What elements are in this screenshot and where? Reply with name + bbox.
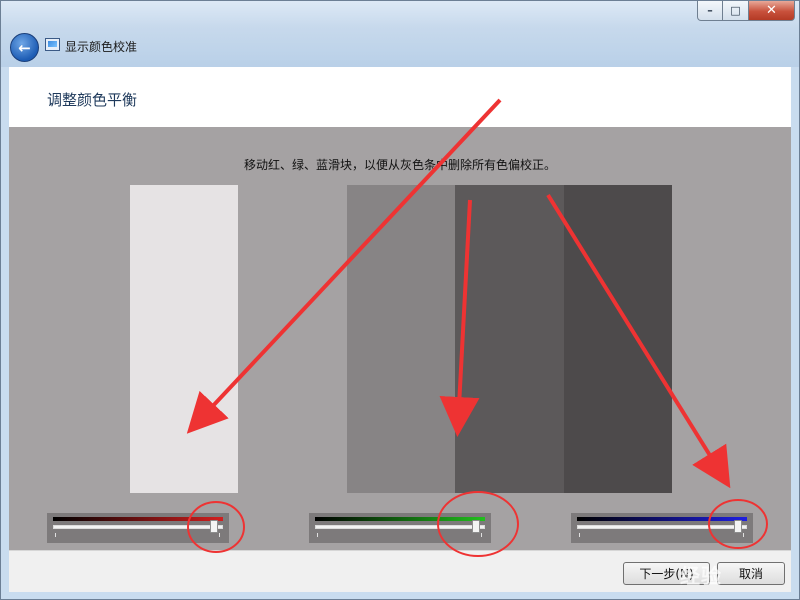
green-ramp [315, 517, 485, 521]
gray-bar [346, 185, 456, 493]
red-slider-track[interactable] [53, 525, 223, 529]
monitor-icon [45, 38, 60, 51]
gray-bar [130, 185, 239, 493]
slider-tick [743, 533, 744, 537]
cancel-button[interactable]: 取消 [717, 562, 785, 585]
minimize-button[interactable]: – [697, 1, 723, 21]
gray-bar [563, 185, 673, 493]
close-button[interactable]: ✕ [749, 1, 795, 21]
window-controls: – □ ✕ [697, 1, 795, 21]
blue-slider-thumb[interactable] [734, 520, 743, 533]
slider-tick [579, 533, 580, 537]
slider-tick [481, 533, 482, 537]
blue-ramp [577, 517, 747, 521]
instruction-text: 移动红、绿、蓝滑块，以便从灰色条中删除所有色偏校正。 [243, 158, 556, 172]
maximize-button[interactable]: □ [723, 1, 749, 21]
blue-slider[interactable] [571, 513, 753, 543]
back-arrow-icon[interactable]: ← [10, 33, 39, 62]
gray-bar [455, 185, 564, 493]
watermark: 经验 [680, 560, 722, 589]
gray-bar [238, 185, 347, 493]
red-ramp [53, 517, 223, 521]
watermark-text: 经验 [680, 564, 722, 588]
slider-tick [219, 533, 220, 537]
footer-bar: 下一步(N) 取消 [9, 550, 791, 592]
red-slider-thumb[interactable] [210, 520, 219, 533]
blue-slider-track[interactable] [577, 525, 747, 529]
slider-tick [55, 533, 56, 537]
page-header: 调整颜色平衡 [9, 67, 791, 127]
calibration-content: 移动红、绿、蓝滑块，以便从灰色条中删除所有色偏校正。 [9, 127, 791, 550]
gray-bars [130, 185, 673, 493]
green-slider-track[interactable] [315, 525, 485, 529]
window-title: 显示颜色校准 [65, 40, 138, 54]
title-bar: – □ ✕ ← 显示颜色校准 [1, 1, 799, 67]
green-slider-thumb[interactable] [472, 520, 481, 533]
red-slider[interactable] [47, 513, 229, 543]
slider-tick [317, 533, 318, 537]
calibration-window: – □ ✕ ← 显示颜色校准 调整颜色平衡 移动红、绿、蓝滑块，以便从灰色条中删… [0, 0, 800, 600]
page-title: 调整颜色平衡 [47, 91, 138, 109]
green-slider[interactable] [309, 513, 491, 543]
